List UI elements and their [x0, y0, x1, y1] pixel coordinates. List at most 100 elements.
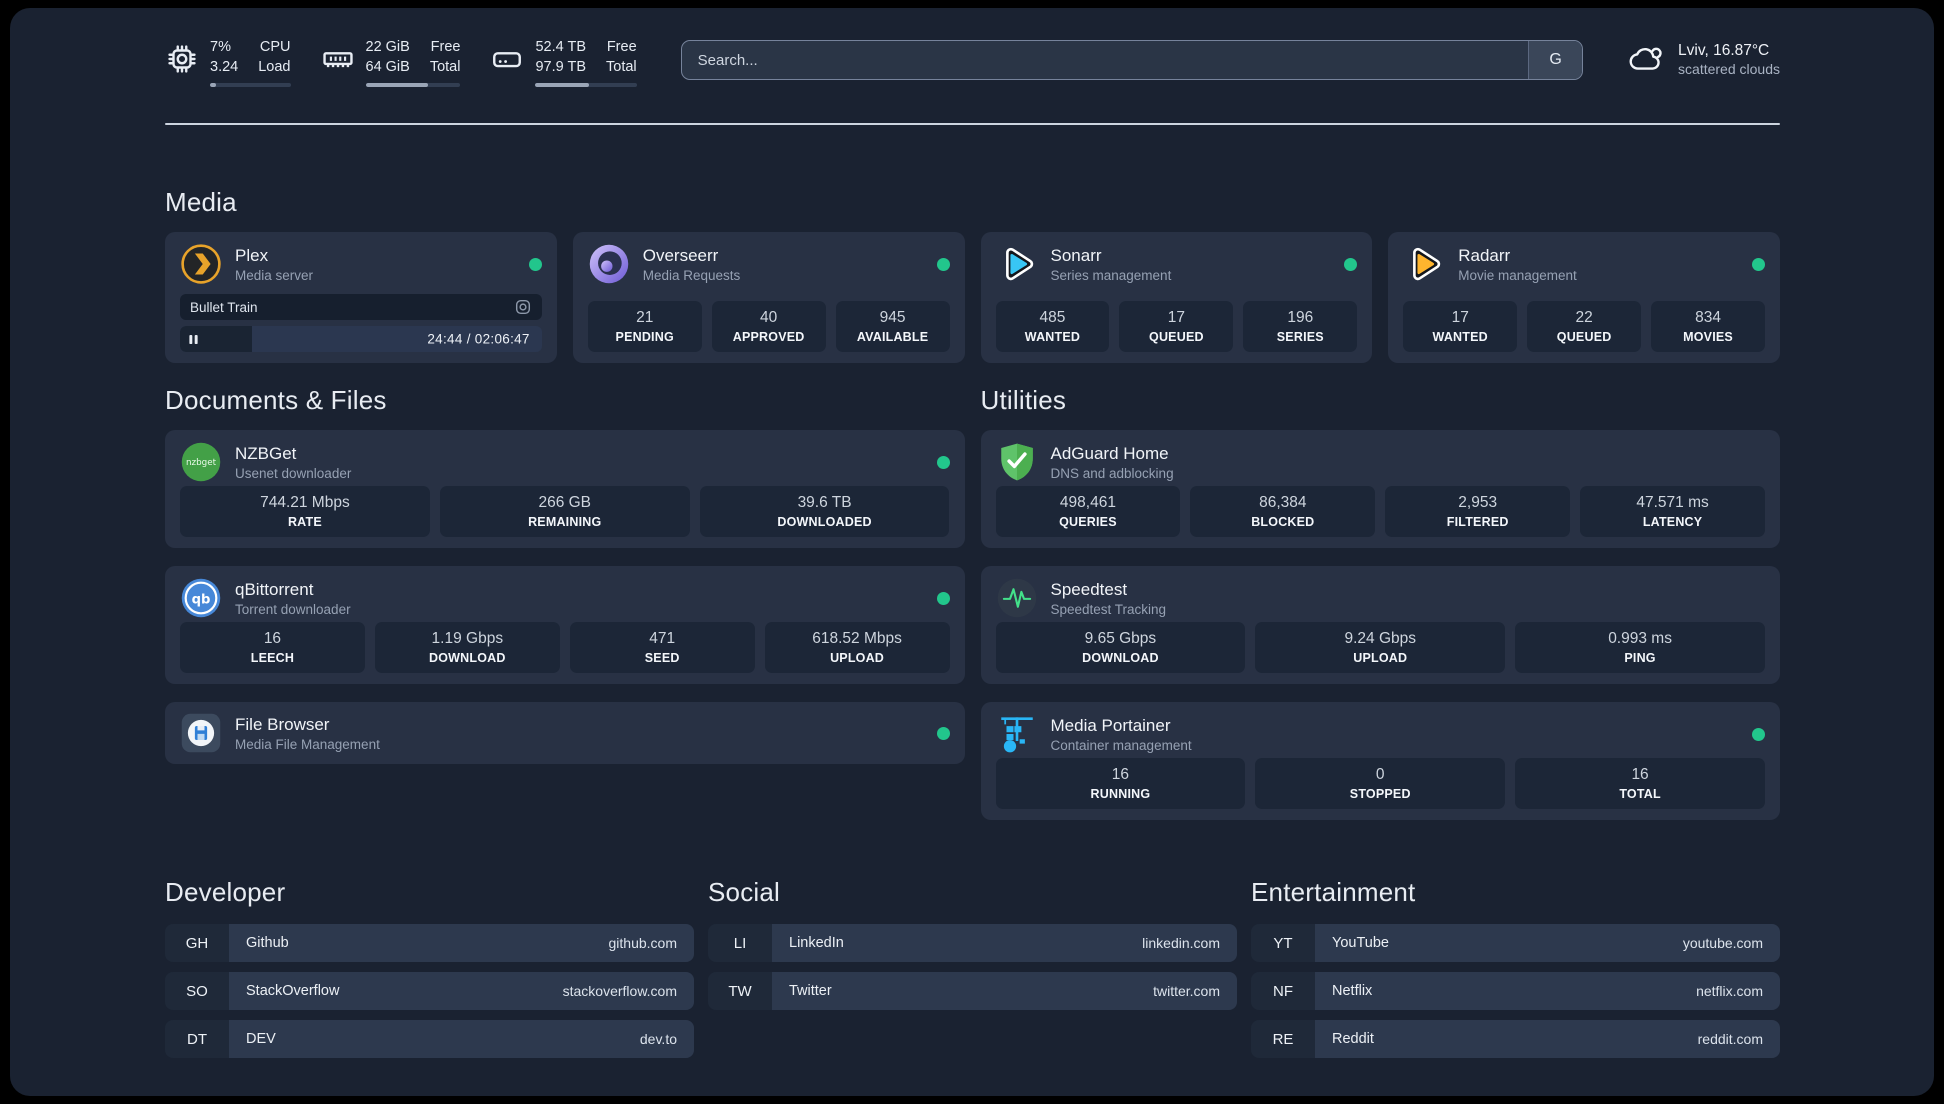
stat-upload: 618.52 Mbps UPLOAD — [764, 621, 950, 674]
app-card-filebrowser[interactable]: File Browser Media File Management — [165, 702, 965, 765]
link-netflix[interactable]: NF Netflix netflix.com — [1251, 972, 1780, 1011]
stat-label: LATENCY — [1642, 515, 1703, 530]
app-card-plex[interactable]: Plex Media server Bullet Train 24:44 / 0… — [165, 232, 557, 364]
app-card-nzbget[interactable]: nzbget NZBGet Usenet downloader 744.21 M… — [165, 430, 965, 549]
search-bar: G — [680, 40, 1584, 80]
now-playing-progress[interactable]: 24:44 / 02:06:47 — [180, 326, 542, 353]
app-card-sonarr[interactable]: Sonarr Series management 485 WANTED 17 Q… — [980, 232, 1373, 364]
weather-location: Lviv, 16.87°C — [1678, 41, 1770, 59]
search-input[interactable] — [681, 41, 1529, 79]
link-stackoverflow[interactable]: SO StackOverflow stackoverflow.com — [165, 972, 694, 1011]
status-dot — [1344, 257, 1358, 271]
app-card-speedtest[interactable]: Speedtest Speedtest Tracking 9.65 Gbps D… — [980, 566, 1780, 685]
stat-approved: 40 APPROVED — [711, 300, 826, 353]
app-card-qbittorrent[interactable]: qb qBittorrent Torrent downloader 16 LEE… — [165, 566, 965, 685]
link-abbr: RE — [1251, 1020, 1315, 1059]
speedtest-icon — [996, 577, 1038, 619]
stat-ping: 0.993 ms PING — [1515, 621, 1765, 674]
app-card-radarr[interactable]: Radarr Movie management 17 WANTED 22 QUE… — [1388, 232, 1780, 364]
stat-label: AVAILABLE — [856, 330, 929, 345]
cpu-percent: 7% — [210, 39, 231, 55]
link-reddit[interactable]: RE Reddit reddit.com — [1251, 1020, 1780, 1059]
disk-label-1: Free — [606, 39, 637, 55]
stat-label: QUEUED — [1556, 330, 1612, 345]
link-group-entertainment: Entertainment YT YouTube youtube.com NF … — [1251, 877, 1780, 1059]
radarr-stats: 17 WANTED 22 QUEUED 834 MOVIES — [1403, 300, 1766, 353]
filebrowser-titles: File Browser Media File Management — [235, 714, 380, 752]
link-url: twitter.com — [1153, 983, 1220, 1000]
qbittorrent-card-header: qb qBittorrent Torrent downloader — [180, 577, 950, 619]
link-main: Reddit reddit.com — [1315, 1020, 1780, 1059]
status-dot — [936, 257, 950, 271]
stat-label: DOWNLOAD — [1082, 651, 1159, 666]
stat-value: 39.6 TB — [797, 493, 852, 511]
speedtest-titles: Speedtest Speedtest Tracking — [1051, 579, 1167, 617]
link-url: github.com — [608, 935, 677, 952]
progress-elapsed — [180, 326, 253, 353]
radarr-icon — [1403, 243, 1445, 285]
app-card-overseerr[interactable]: Overseerr Media Requests 21 PENDING 40 A… — [572, 232, 965, 364]
app-card-adguard[interactable]: AdGuard Home DNS and adblocking 498,461 … — [980, 430, 1780, 549]
link-name: Github — [246, 935, 289, 952]
qbittorrent-icon: qb — [180, 577, 222, 619]
speedtest-card-header: Speedtest Speedtest Tracking — [996, 577, 1766, 619]
disk-widget: 52.4 TB 97.9 TB Free Total — [490, 38, 637, 88]
cpu-widget: 7% 3.24 CPU Load — [165, 38, 291, 88]
link-main: LinkedIn linkedin.com — [772, 924, 1237, 963]
stat-value: 618.52 Mbps — [812, 629, 902, 647]
link-url: stackoverflow.com — [562, 983, 677, 1000]
link-dev[interactable]: DT DEV dev.to — [165, 1020, 694, 1059]
link-abbr: SO — [165, 972, 229, 1011]
link-name: Netflix — [1332, 983, 1373, 1000]
app-card-portainer[interactable]: Media Portainer Container management 16 … — [980, 702, 1780, 821]
adguard-stats: 498,461 QUERIES 86,384 BLOCKED 2,953 FIL… — [995, 485, 1765, 538]
status-dot — [936, 726, 950, 740]
stat-series: 196 SERIES — [1243, 300, 1358, 353]
stat-label: DOWNLOADED — [777, 515, 872, 530]
overseerr-stats: 21 PENDING 40 APPROVED 945 AVAILABLE — [587, 300, 950, 353]
top-bar: 7% 3.24 CPU Load 22 GiB 64 GiB Free Tota… — [165, 38, 1780, 88]
stat-label: PENDING — [615, 330, 674, 345]
link-groups: Developer GH Github github.com SO StackO… — [165, 877, 1780, 1059]
memory-body: 22 GiB 64 GiB Free Total — [365, 38, 461, 88]
card-title: Sonarr — [1050, 246, 1102, 266]
cpu-icon — [165, 42, 199, 76]
link-name: StackOverflow — [246, 983, 340, 1000]
stat-filtered: 2,953 FILTERED — [1385, 485, 1571, 538]
link-linkedin[interactable]: LI LinkedIn linkedin.com — [708, 924, 1237, 963]
pause-icon[interactable] — [187, 333, 200, 346]
dashboard-panel: 7% 3.24 CPU Load 22 GiB 64 GiB Free Tota… — [10, 8, 1934, 1096]
stat-value: 17 — [1167, 308, 1185, 326]
status-dot — [936, 455, 950, 469]
section-documents: Documents & Files nzbget NZBGet Usenet d… — [165, 385, 965, 820]
media-cards-grid: Plex Media server Bullet Train 24:44 / 0… — [165, 232, 1780, 364]
portainer-stats: 16 RUNNING 0 STOPPED 16 TOTAL — [995, 757, 1766, 810]
stat-queries: 498,461 QUERIES — [995, 485, 1181, 538]
link-youtube[interactable]: YT YouTube youtube.com — [1251, 924, 1780, 963]
stat-value: 17 — [1451, 308, 1469, 326]
stat-value: 498,461 — [1059, 493, 1116, 511]
card-title: qBittorrent — [235, 580, 314, 600]
now-playing-title: Bullet Train — [190, 299, 258, 315]
stat-seed: 471 SEED — [569, 621, 755, 674]
section-title-utilities: Utilities — [980, 385, 1067, 416]
stat-running: 16 RUNNING — [995, 757, 1246, 810]
stat-value: 834 — [1695, 308, 1721, 326]
link-name: Reddit — [1332, 1031, 1374, 1048]
stat-value: 16 — [1111, 765, 1130, 783]
memory-icon — [321, 42, 355, 76]
stat-value: 0.993 ms — [1608, 629, 1672, 647]
stat-value: 945 — [879, 308, 906, 326]
filebrowser-card-header: File Browser Media File Management — [180, 712, 950, 754]
link-url: linkedin.com — [1142, 935, 1220, 952]
stat-download: 1.19 Gbps DOWNLOAD — [374, 621, 560, 674]
radarr-card-header: Radarr Movie management — [1403, 243, 1765, 285]
stat-label: SERIES — [1276, 330, 1324, 345]
section-title-media: Media — [165, 187, 237, 218]
search-provider-button[interactable]: G — [1528, 41, 1583, 79]
nzbget-titles: NZBGet Usenet downloader — [235, 443, 351, 481]
link-github[interactable]: GH Github github.com — [165, 924, 694, 963]
link-twitter[interactable]: TW Twitter twitter.com — [708, 972, 1237, 1011]
stat-movies: 834 MOVIES — [1651, 300, 1766, 353]
card-title: Speedtest — [1050, 580, 1128, 600]
